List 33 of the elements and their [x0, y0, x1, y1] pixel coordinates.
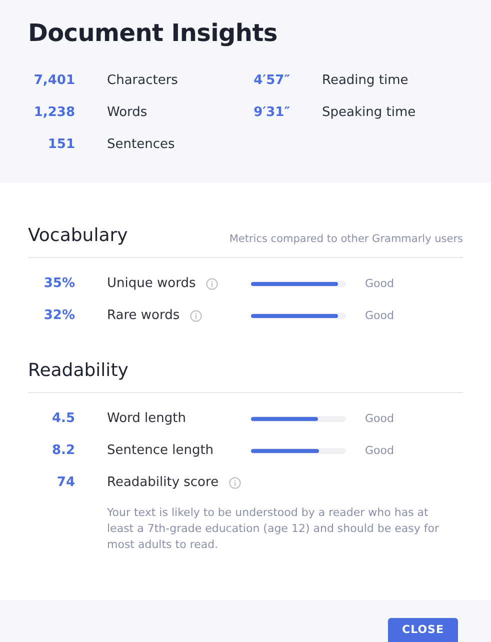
readability-note: Your text is likely to be understood by a reader who has at least a 7th-grade education (age 12) and should be easy for most adults to read. [106, 505, 440, 553]
stat-label: Reading time [321, 72, 410, 90]
rating-text: Good [365, 276, 394, 292]
metric-label: Word length [107, 410, 186, 428]
metric-value: 4.5 [50, 410, 75, 428]
rating-text: Good [365, 410, 394, 427]
metric-label: Readability score [107, 474, 219, 492]
stat-value: 1,238 [32, 104, 75, 122]
metric-value: 74 [56, 474, 75, 492]
stat-label: Characters [106, 72, 179, 90]
stat-value: 7,401 [32, 72, 75, 90]
rating-text: Good [365, 442, 394, 459]
section-title: Readability [28, 359, 128, 383]
stat-label: Words [106, 104, 148, 122]
stat-label: Speaking time [321, 104, 417, 122]
info-icon[interactable] [206, 278, 218, 290]
metric-value: 35% [42, 275, 75, 294]
stat-value: 9′31″ [252, 104, 290, 122]
info-icon[interactable] [228, 477, 241, 489]
stat-value: 4′57″ [252, 72, 290, 90]
close-button[interactable]: CLOSE [388, 618, 458, 642]
metric-value: 32% [42, 307, 75, 326]
stat-label: Sentences [106, 136, 176, 154]
info-icon[interactable] [190, 310, 202, 322]
metric-label: Sentence length [107, 442, 214, 460]
metric-label: Unique words [107, 275, 196, 294]
section-hint: Metrics compared to other Grammarly users [229, 232, 463, 247]
rating-text: Good [365, 308, 394, 324]
metric-label: Rare words [107, 307, 180, 326]
dialog-title: Document Insights [28, 18, 278, 49]
metric-value: 8.2 [50, 442, 75, 460]
stat-value: 151 [46, 136, 75, 154]
section-title: Vocabulary [28, 224, 128, 248]
